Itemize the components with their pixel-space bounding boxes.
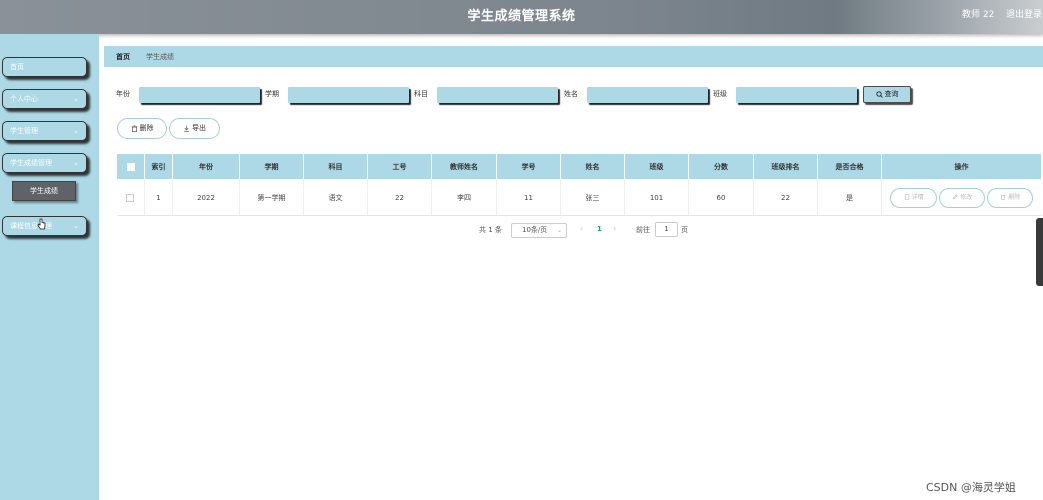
term-input[interactable]	[288, 87, 409, 103]
edit-button[interactable]: 修改	[939, 187, 986, 208]
sidebar-item-grades[interactable]: 学生成绩管理 ⌄	[2, 153, 87, 173]
top-header: 学生成绩管理系统 教师 22 退出登录	[0, 0, 1043, 34]
watermark: CSDN @海灵学姐	[926, 481, 1016, 494]
cell-year: 2022	[172, 179, 240, 216]
row-delete-button-label: 删除	[1008, 193, 1021, 201]
sidebar-item-label: 个人中心	[10, 95, 38, 103]
sidebar-item-label: 首页	[10, 63, 24, 71]
export-button-label: 导出	[192, 124, 206, 132]
cell-teacher-name: 李四	[431, 179, 497, 216]
chevron-down-icon: ⌄	[73, 127, 79, 135]
breadcrumb: 首页 学生成绩	[104, 46, 1043, 67]
cell-score: 60	[688, 179, 754, 216]
sidebar: 首页 个人中心 ⌄ 学生管理 ⌄ 学生成绩管理 ⌄ 课程信息管理 ⌄	[0, 34, 99, 500]
table-row: 1 2022 第一学期 语文 22 李四 11 张三 101 60 22 是 详…	[116, 179, 1042, 216]
edit-button-label: 修改	[960, 193, 973, 201]
cell-subject: 语文	[303, 179, 368, 216]
sidebar-item-label: 学生成绩管理	[10, 159, 52, 167]
page-unit-label: 页	[681, 226, 688, 234]
column-header[interactable]: 姓名	[560, 153, 625, 180]
query-button-label: 查询	[884, 90, 899, 98]
hand-cursor-icon	[37, 218, 46, 230]
row-checkbox[interactable]	[116, 179, 145, 216]
class-input[interactable]	[736, 87, 857, 103]
logout-link[interactable]: 退出登录	[1006, 7, 1042, 20]
delete-button-label: 删除	[139, 124, 154, 132]
app-title: 学生成绩管理系统	[467, 9, 576, 24]
submenu-item-student-grades[interactable]: 学生成绩	[12, 181, 76, 201]
goto-page-input[interactable]	[655, 222, 678, 237]
column-header[interactable]: 索引	[144, 153, 173, 180]
pagination-total: 共 1 条	[479, 226, 502, 234]
column-header[interactable]: 分数	[688, 153, 754, 180]
sidebar-item-profile[interactable]: 个人中心 ⌄	[2, 89, 87, 109]
sidebar-item-label: 学生管理	[10, 127, 38, 135]
export-button[interactable]: 导出	[169, 118, 220, 139]
chevron-down-icon: ⌄	[556, 227, 562, 234]
edit-icon	[953, 194, 958, 200]
term-label: 学期	[265, 90, 279, 98]
side-scroll-handle[interactable]	[1036, 218, 1043, 286]
column-header[interactable]: 是否合格	[817, 153, 882, 180]
cell-passed: 是	[817, 179, 882, 216]
chevron-down-icon: ⌄	[73, 222, 79, 230]
download-icon	[184, 125, 189, 132]
page-size-select[interactable]: 10条/页 ⌄	[511, 223, 567, 238]
goto-label: 前往	[636, 226, 650, 234]
current-user[interactable]: 教师 22	[962, 7, 994, 20]
prev-page-button[interactable]: ‹	[580, 224, 583, 233]
sidebar-item-home[interactable]: 首页	[2, 57, 87, 77]
column-header[interactable]: 科目	[303, 153, 368, 180]
chevron-down-icon: ⌄	[73, 159, 79, 167]
column-header[interactable]: 班级	[624, 153, 689, 180]
cell-teacher-id: 22	[367, 179, 432, 216]
cell-class: 101	[624, 179, 689, 216]
batch-delete-button[interactable]: 删除	[117, 118, 167, 139]
column-header: 操作	[881, 153, 1042, 180]
breadcrumb-home[interactable]: 首页	[116, 52, 130, 62]
column-header[interactable]: 教师姓名	[431, 153, 497, 180]
column-header[interactable]: 班级排名	[753, 153, 818, 180]
class-label: 班级	[713, 90, 727, 98]
cell-student-name: 张三	[560, 179, 625, 216]
page-number-current[interactable]: 1	[597, 225, 602, 233]
trash-icon	[131, 124, 137, 132]
subject-input[interactable]	[437, 87, 558, 103]
name-label: 姓名	[564, 90, 578, 98]
detail-button-label: 详情	[911, 193, 924, 201]
cell-index: 1	[144, 179, 173, 216]
next-page-button[interactable]: ›	[613, 224, 616, 233]
column-header[interactable]: 工号	[367, 153, 432, 180]
trash-icon	[1001, 195, 1006, 200]
subject-label: 科目	[414, 90, 428, 98]
column-header[interactable]: 学期	[239, 153, 304, 180]
row-delete-button[interactable]: 删除	[987, 187, 1034, 208]
column-header[interactable]: 学号	[496, 153, 561, 180]
breadcrumb-current: 学生成绩	[146, 53, 174, 61]
select-all-checkbox[interactable]	[116, 153, 145, 180]
document-icon	[904, 194, 909, 200]
cell-term: 第一学期	[239, 179, 304, 216]
query-button[interactable]: 查询	[863, 86, 911, 103]
page-size-value: 10条/页	[522, 226, 548, 234]
detail-button[interactable]: 详情	[890, 187, 938, 208]
name-input[interactable]	[587, 87, 708, 103]
search-icon	[875, 90, 883, 98]
year-label: 年份	[116, 90, 130, 98]
grades-table: 索引 年份 学期 科目 工号 教师姓名 学号 姓名 班级 分数 班级排名 是否合…	[116, 153, 1042, 216]
cell-student-id: 11	[496, 179, 561, 216]
chevron-down-icon: ⌄	[73, 95, 79, 103]
cell-class-rank: 22	[753, 179, 818, 216]
sidebar-item-students[interactable]: 学生管理 ⌄	[2, 121, 87, 141]
cell-operations: 详情 修改 删除	[881, 179, 1042, 216]
year-input[interactable]	[139, 87, 260, 103]
table-header-row: 索引 年份 学期 科目 工号 教师姓名 学号 姓名 班级 分数 班级排名 是否合…	[116, 153, 1042, 180]
column-header[interactable]: 年份	[172, 153, 240, 180]
